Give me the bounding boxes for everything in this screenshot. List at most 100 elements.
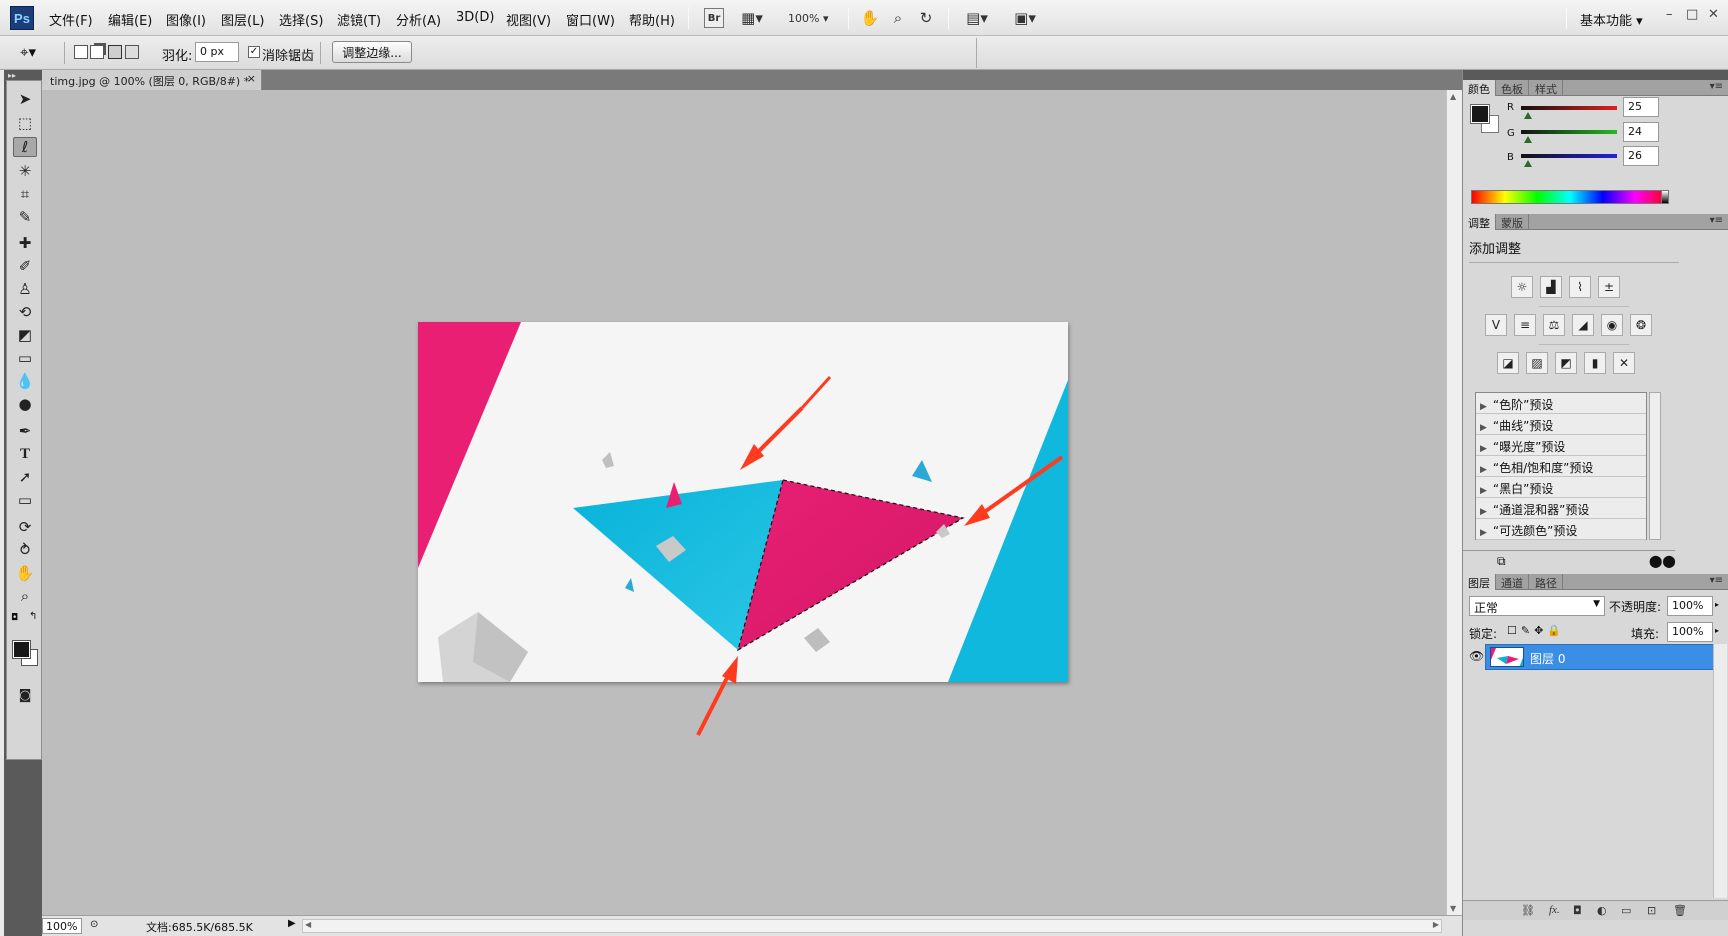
lock-options-icons[interactable]: ☐✎✥🔒 — [1507, 624, 1565, 637]
document-tab[interactable]: timg.jpg @ 100% (图层 0, RGB/8#) * × — [42, 70, 262, 90]
foreground-color-swatch[interactable] — [12, 640, 31, 659]
exposure-icon[interactable]: ± — [1598, 276, 1620, 298]
status-menu-icon[interactable]: ▶ — [288, 918, 296, 929]
workspace-dropdown[interactable]: 基本功能 ▾ — [1580, 10, 1643, 29]
add-to-selection-icon[interactable] — [90, 45, 104, 59]
blur-tool-icon[interactable]: 💧 — [13, 371, 37, 391]
posterize-icon[interactable]: ▨ — [1526, 352, 1548, 374]
menu-help[interactable]: 帮助(H) — [629, 10, 675, 29]
scroll-right-icon[interactable]: ▶ — [1433, 920, 1439, 929]
presets-scrollbar[interactable] — [1649, 392, 1661, 540]
menu-3d[interactable]: 3D(D) — [456, 10, 494, 25]
tab-masks[interactable]: 蒙版 — [1496, 214, 1529, 230]
gradient-map-icon[interactable]: ▮ — [1584, 352, 1606, 374]
move-tool-icon[interactable]: ➤ — [13, 89, 37, 109]
refine-edge-button[interactable]: 调整边缘... — [332, 41, 412, 63]
gradient-tool-icon[interactable]: ▭ — [13, 348, 37, 368]
new-layer-icon[interactable]: ⊡ — [1647, 904, 1656, 917]
history-brush-tool-icon[interactable]: ⟲ — [13, 302, 37, 322]
3d-orbit-tool-icon[interactable]: ⥁ — [13, 540, 37, 560]
document-image[interactable] — [418, 322, 1068, 682]
preset-levels[interactable]: ▶ “色阶”预设 — [1476, 393, 1646, 414]
preset-curves[interactable]: ▶ “曲线”预设 — [1476, 414, 1646, 435]
hand-tool-icon[interactable]: ✋ — [13, 563, 37, 583]
delete-layer-icon[interactable]: 🗑 — [1673, 904, 1687, 917]
panel-menu-icon[interactable]: ▾≡ — [1710, 81, 1723, 92]
dodge-tool-icon[interactable]: ● — [13, 394, 37, 414]
minimize-button[interactable]: – — [1666, 7, 1673, 22]
menu-window[interactable]: 窗口(W) — [566, 10, 615, 29]
panel-menu-icon[interactable]: ▾≡ — [1710, 215, 1723, 226]
status-info-icon[interactable]: ⊙ — [90, 919, 98, 930]
add-mask-icon[interactable]: ◘ — [1573, 904, 1582, 917]
arrange-documents-icon[interactable]: ▤▾ — [960, 8, 994, 28]
red-slider-thumb[interactable] — [1524, 112, 1532, 119]
tab-layers[interactable]: 图层 — [1463, 574, 1496, 590]
swap-colors-icon[interactable]: ↰ — [29, 611, 37, 622]
close-window-button[interactable]: ✕ — [1708, 7, 1719, 22]
layer-style-icon[interactable]: fx. — [1549, 904, 1560, 916]
rectangle-tool-icon[interactable]: ▭ — [13, 490, 37, 510]
menu-select[interactable]: 选择(S) — [279, 10, 323, 29]
blue-value-field[interactable]: 26 — [1623, 146, 1659, 166]
new-adjustment-layer-icon[interactable]: ◐ — [1597, 904, 1607, 917]
zoom-tool-icon[interactable]: ⌕ — [13, 586, 37, 606]
hand-tool-icon[interactable]: ✋ — [860, 8, 880, 28]
link-layers-icon[interactable]: ⛓ — [1521, 904, 1535, 917]
layers-scrollbar[interactable] — [1713, 644, 1727, 898]
blue-slider[interactable] — [1521, 154, 1617, 158]
zoom-tool-icon[interactable]: ⌕ — [888, 8, 908, 28]
horizontal-scrollbar[interactable]: ◀ ▶ — [302, 919, 1442, 933]
opacity-slider-icon[interactable]: ▸ — [1715, 600, 1719, 609]
photo-filter-icon[interactable]: ◉ — [1601, 314, 1623, 336]
clip-to-layer-icon[interactable]: ⬤⬤ — [1649, 554, 1676, 568]
layer-row[interactable]: 图层 0 — [1485, 644, 1721, 670]
black-white-ramp[interactable] — [1661, 190, 1669, 204]
feather-input[interactable]: 0 px — [195, 42, 239, 62]
preset-hue-saturation[interactable]: ▶ “色相/饱和度”预设 — [1476, 456, 1646, 477]
fill-field[interactable]: 100% — [1667, 622, 1713, 642]
3d-rotate-tool-icon[interactable]: ⟳ — [13, 517, 37, 537]
bridge-button[interactable]: Br — [704, 8, 724, 28]
lasso-tool-icon[interactable]: ℓ — [13, 137, 37, 157]
menu-edit[interactable]: 编辑(E) — [108, 10, 152, 29]
levels-icon[interactable]: ▟ — [1540, 276, 1562, 298]
zoom-level-dropdown[interactable]: 100% ▾ — [788, 8, 828, 28]
color-spectrum-bar[interactable] — [1471, 190, 1669, 204]
close-document-icon[interactable]: × — [247, 72, 256, 85]
green-value-field[interactable]: 24 — [1623, 122, 1659, 142]
crop-tool-icon[interactable]: ⌗ — [13, 184, 37, 204]
magic-wand-tool-icon[interactable]: ✳ — [13, 161, 37, 181]
brush-tool-icon[interactable]: ✐ — [13, 256, 37, 276]
collapse-panel-icon[interactable]: ▸▸ — [8, 71, 16, 80]
red-value-field[interactable]: 25 — [1623, 97, 1659, 117]
vertical-scrollbar[interactable]: ▲ ▼ — [1446, 90, 1462, 915]
clone-stamp-tool-icon[interactable]: ♙ — [13, 279, 37, 299]
scroll-up-icon[interactable]: ▲ — [1450, 92, 1456, 101]
green-slider-thumb[interactable] — [1524, 136, 1532, 143]
red-slider[interactable] — [1521, 106, 1617, 110]
threshold-icon[interactable]: ◩ — [1555, 352, 1577, 374]
intersect-selection-icon[interactable] — [125, 45, 139, 59]
default-colors-icon[interactable]: ◘ — [11, 613, 18, 623]
fill-slider-icon[interactable]: ▸ — [1715, 626, 1719, 635]
path-selection-tool-icon[interactable]: ➚ — [13, 467, 37, 487]
menu-view[interactable]: 视图(V) — [506, 10, 551, 29]
eye-icon[interactable]: 👁 — [1469, 649, 1484, 663]
menu-image[interactable]: 图像(I) — [166, 10, 206, 29]
tab-color[interactable]: 颜色 — [1463, 80, 1496, 96]
screen-mode-icon[interactable]: ▣▾ — [1008, 8, 1042, 28]
tab-channels[interactable]: 通道 — [1496, 574, 1529, 590]
invert-icon[interactable]: ◪ — [1497, 352, 1519, 374]
opacity-field[interactable]: 100% — [1667, 596, 1713, 616]
preset-black-white[interactable]: ▶ “黑白”预设 — [1476, 477, 1646, 498]
new-selection-icon[interactable] — [74, 45, 88, 59]
scroll-down-icon[interactable]: ▼ — [1450, 904, 1456, 913]
marquee-tool-icon[interactable]: ⬚ — [13, 113, 37, 133]
panel-menu-icon[interactable]: ▾≡ — [1710, 575, 1723, 586]
pen-tool-icon[interactable]: ✒ — [13, 421, 37, 441]
green-slider[interactable] — [1521, 130, 1617, 134]
menu-filter[interactable]: 滤镜(T) — [337, 10, 381, 29]
tab-styles[interactable]: 样式 — [1530, 80, 1563, 96]
scroll-left-icon[interactable]: ◀ — [305, 920, 311, 929]
